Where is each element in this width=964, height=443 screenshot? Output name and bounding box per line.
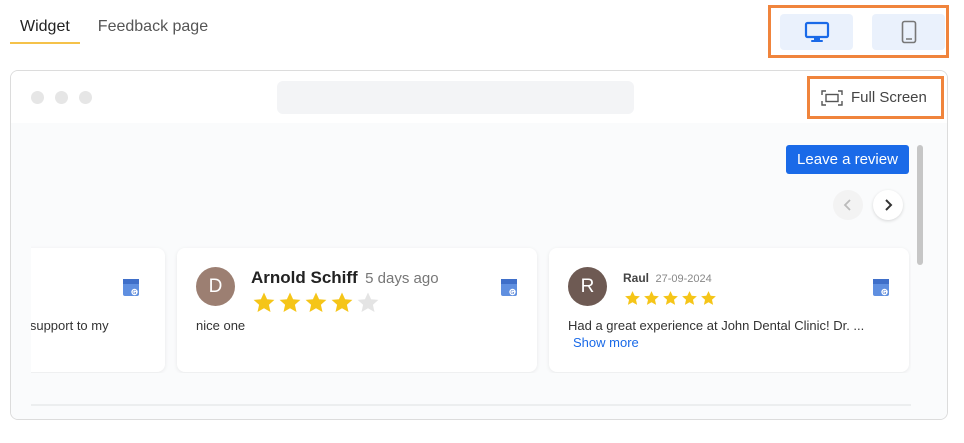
- carousel-next-button[interactable]: [873, 190, 903, 220]
- show-more-link[interactable]: Show more: [573, 335, 639, 350]
- scrollbar[interactable]: [917, 145, 923, 410]
- avatar: D: [196, 267, 235, 306]
- mobile-view-button[interactable]: [872, 14, 945, 50]
- tab-bar: Widget Feedback page: [10, 0, 226, 46]
- review-carousel: G n support to my D Arnold Schiff 5 days…: [31, 245, 911, 373]
- star-filled-icon: [701, 291, 716, 305]
- reviewer-name: Raul: [623, 271, 650, 285]
- star-filled-icon: [682, 291, 697, 305]
- star-filled-icon: [625, 291, 640, 305]
- tab-feedback-page[interactable]: Feedback page: [88, 0, 218, 44]
- star-filled-icon: [279, 292, 301, 312]
- svg-text:G: G: [511, 290, 515, 296]
- google-business-icon: G: [501, 279, 517, 296]
- svg-text:G: G: [133, 290, 137, 296]
- star-rating: [251, 291, 381, 315]
- svg-text:G: G: [883, 290, 887, 296]
- star-filled-icon: [331, 292, 353, 312]
- review-card: D Arnold Schiff 5 days ago G nice one: [177, 248, 537, 372]
- google-business-icon: G: [873, 279, 889, 296]
- full-screen-label: Full Screen: [851, 89, 927, 106]
- window-dot: [79, 91, 92, 104]
- star-rating: [623, 290, 718, 307]
- window-dot: [31, 91, 44, 104]
- star-filled-icon: [253, 292, 275, 312]
- browser-toolbar: Full Screen: [11, 71, 947, 123]
- star-filled-icon: [305, 292, 327, 312]
- star-filled-icon: [663, 291, 678, 305]
- desktop-icon: [804, 21, 829, 42]
- review-text: n support to my: [31, 318, 109, 333]
- mobile-icon: [901, 20, 916, 44]
- chevron-right-icon: [885, 199, 893, 211]
- reviewer-name: Arnold Schiff: [251, 268, 358, 287]
- star-empty-icon: [357, 292, 379, 312]
- browser-preview: Full Screen Leave a review G n support t…: [10, 70, 948, 420]
- full-screen-button[interactable]: Full Screen: [807, 76, 944, 119]
- google-business-icon: G: [123, 279, 139, 296]
- carousel-prev-button[interactable]: [833, 190, 863, 220]
- widget-content: Leave a review G n support to my D: [11, 123, 947, 419]
- review-card: G n support to my: [31, 248, 165, 372]
- fullscreen-icon: [821, 89, 843, 106]
- leave-review-button[interactable]: Leave a review: [786, 145, 909, 174]
- divider: [31, 404, 911, 406]
- review-text: Had a great experience at John Dental Cl…: [568, 318, 865, 333]
- avatar: R: [568, 267, 607, 306]
- review-date: 27-09-2024: [655, 273, 712, 285]
- star-filled-icon: [644, 291, 659, 305]
- review-card: R Raul 27-09-2024 G Had a great experien…: [549, 248, 909, 372]
- device-switch: [768, 5, 949, 58]
- tab-widget[interactable]: Widget: [10, 0, 80, 44]
- scrollbar-thumb[interactable]: [917, 145, 923, 265]
- review-text: nice one: [196, 318, 246, 333]
- window-dot: [55, 91, 68, 104]
- desktop-view-button[interactable]: [780, 14, 853, 50]
- review-date: 5 days ago: [365, 270, 439, 287]
- address-bar: [277, 81, 634, 114]
- reviewer-line: Raul 27-09-2024: [623, 269, 712, 287]
- chevron-left-icon: [843, 199, 851, 211]
- reviewer-line: Arnold Schiff 5 days ago: [251, 268, 439, 288]
